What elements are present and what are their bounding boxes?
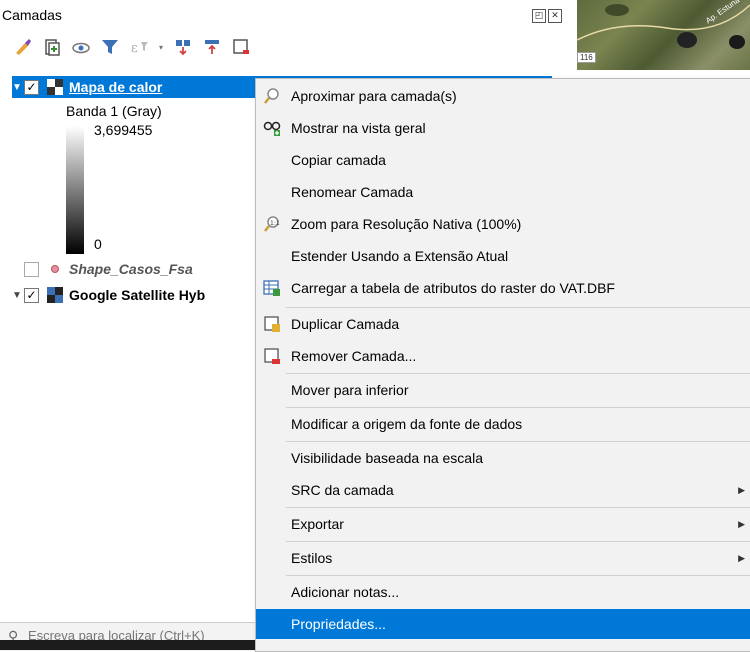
menu-item-zoom-to-layer[interactable]: Aproximar para camada(s)	[256, 81, 750, 111]
menu-item-styles[interactable]: Estilos ▶	[256, 543, 750, 573]
layer-checkbox[interactable]: ✓	[24, 79, 39, 95]
menu-separator	[286, 507, 750, 508]
menu-separator	[286, 575, 750, 576]
layer-name: Mapa de calor	[69, 79, 163, 95]
menu-separator	[286, 307, 750, 308]
menu-item-zoom-native[interactable]: 1:1 Zoom para Resolução Nativa (100%)	[256, 209, 750, 239]
remove-layer-icon[interactable]	[230, 36, 252, 58]
svg-text:1:1: 1:1	[270, 220, 280, 227]
menu-item-scale-visibility[interactable]: Visibilidade baseada na escala	[256, 443, 750, 473]
layers-toolbar: ε ▾	[12, 36, 252, 58]
submenu-arrow-icon: ▶	[738, 484, 745, 495]
remove-layer-icon	[262, 346, 282, 366]
menu-item-move-to-bottom[interactable]: Mover para inferior	[256, 375, 750, 405]
panel-title: Camadas	[2, 7, 62, 23]
legend-gradient	[66, 126, 84, 254]
add-group-icon[interactable]	[41, 36, 63, 58]
menu-item-copy-layer[interactable]: Copiar camada	[256, 145, 750, 175]
svg-text:ε: ε	[131, 41, 138, 56]
legend-min-value: 0	[94, 236, 102, 252]
map-canvas[interactable]: 116 Ap. Estuna	[577, 0, 750, 70]
zoom-native-icon: 1:1	[262, 214, 282, 234]
layer-row-shape-casos-fsa[interactable]: Shape_Casos_Fsa	[24, 258, 193, 280]
layer-name: Shape_Casos_Fsa	[69, 261, 193, 277]
close-panel-button[interactable]: ✕	[548, 9, 562, 23]
point-layer-icon	[51, 265, 59, 273]
menu-separator	[286, 407, 750, 408]
layer-checkbox[interactable]	[24, 261, 39, 277]
menu-item-remove-layer[interactable]: Remover Camada...	[256, 341, 750, 371]
menu-item-load-raster-attribute-table[interactable]: Carregar a tabela de atributos do raster…	[256, 273, 750, 303]
menu-separator	[286, 541, 750, 542]
menu-item-export[interactable]: Exportar ▶	[256, 509, 750, 539]
expand-all-icon[interactable]	[172, 36, 194, 58]
legend-band-label: Banda 1 (Gray)	[66, 103, 162, 119]
menu-item-add-notes[interactable]: Adicionar notas...	[256, 577, 750, 607]
menu-item-rename-layer[interactable]: Renomear Camada	[256, 177, 750, 207]
raster-layer-icon	[47, 287, 63, 303]
overview-icon	[262, 118, 282, 138]
menu-item-layer-crs[interactable]: SRC da camada ▶	[256, 475, 750, 505]
submenu-arrow-icon: ▶	[738, 518, 745, 529]
menu-separator	[286, 373, 750, 374]
menu-item-show-in-overview[interactable]: Mostrar na vista geral	[256, 113, 750, 143]
layer-context-menu: Aproximar para camada(s) Mostrar na vist…	[255, 78, 750, 652]
menu-item-properties[interactable]: Propriedades...	[256, 609, 750, 639]
menu-separator	[286, 441, 750, 442]
float-panel-button[interactable]: ◰	[532, 9, 546, 23]
collapse-arrow-icon[interactable]: ▼	[12, 82, 24, 93]
collapse-arrow-icon[interactable]: ▼	[12, 290, 24, 301]
road-shield: 116	[577, 52, 596, 63]
legend-max-value: 3,699455	[94, 122, 153, 138]
eye-icon[interactable]	[70, 36, 92, 58]
panel-window-buttons: ◰ ✕	[532, 9, 562, 23]
zoom-to-layer-icon	[262, 86, 282, 106]
menu-item-stretch-extent[interactable]: Estender Usando a Extensão Atual	[256, 241, 750, 271]
layer-name: Google Satellite Hyb	[69, 287, 206, 303]
layer-checkbox[interactable]: ✓	[24, 287, 39, 303]
brush-icon[interactable]	[12, 36, 34, 58]
menu-item-duplicate-layer[interactable]: Duplicar Camada	[256, 309, 750, 339]
layer-row-google-satellite[interactable]: ▼ ✓ Google Satellite Hyb	[12, 284, 205, 306]
raster-table-icon	[262, 278, 282, 298]
dropdown-arrow-icon[interactable]: ▾	[157, 36, 165, 58]
filter-icon[interactable]	[99, 36, 121, 58]
raster-layer-icon	[47, 79, 63, 95]
expression-filter-icon[interactable]: ε	[128, 36, 150, 58]
collapse-all-icon[interactable]	[201, 36, 223, 58]
duplicate-layer-icon	[262, 314, 282, 334]
menu-item-change-data-source[interactable]: Modificar a origem da fonte de dados	[256, 409, 750, 439]
submenu-arrow-icon: ▶	[738, 552, 745, 563]
